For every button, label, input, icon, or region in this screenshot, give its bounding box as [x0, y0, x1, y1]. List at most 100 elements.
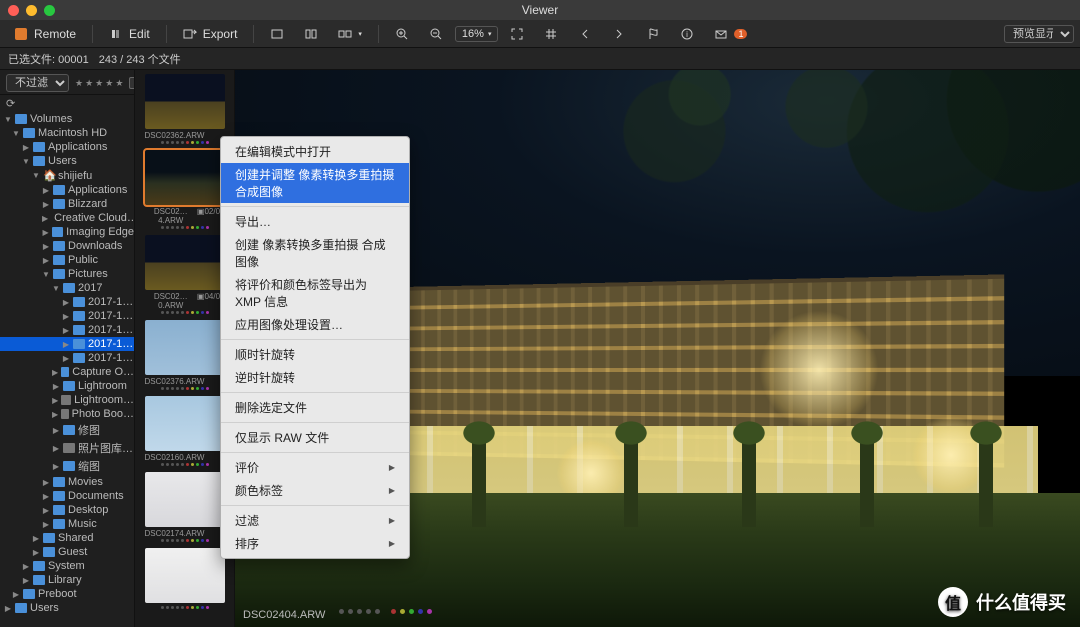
fit-button[interactable]	[502, 24, 532, 44]
tree-item[interactable]: ▼Volumes	[0, 112, 134, 126]
thumb-caption: DSC02…0.ARW▣04/04	[145, 292, 225, 310]
rating-filter[interactable]: ★★★★★	[75, 78, 123, 89]
menu-item[interactable]: 导出…	[221, 210, 409, 233]
thumbnail[interactable]: DSC02…0.ARW▣04/04	[145, 235, 225, 314]
tree-item[interactable]: ▶2017-1…	[0, 323, 134, 337]
thumb-rating	[145, 539, 225, 542]
filter-select[interactable]: 不过滤	[6, 74, 69, 92]
preview-mode-select[interactable]: 预览显示	[1004, 25, 1074, 43]
flag-button[interactable]	[638, 24, 668, 44]
thumb-rating	[145, 387, 225, 390]
thumb-caption: DSC02376.ARW	[145, 377, 225, 386]
tree-item[interactable]: ▶Downloads	[0, 239, 134, 253]
file-range: 243 / 243 个文件	[99, 51, 181, 67]
thumbnail[interactable]	[145, 548, 225, 609]
tree-item[interactable]: ▶2017-1…	[0, 337, 134, 351]
menu-item[interactable]: 创建并调整 像素转换多重拍摄 合成图像	[221, 163, 409, 203]
nav-prev-button[interactable]	[570, 24, 600, 44]
tree-item[interactable]: ▶照片图库…	[0, 439, 134, 457]
tree-item[interactable]: ▼🏠shijiefu	[0, 168, 134, 183]
thumb-caption: DSC02…4.ARW▣02/04	[145, 207, 225, 225]
window-controls	[8, 5, 55, 16]
tree-item[interactable]: ▶Creative Cloud…	[0, 211, 134, 225]
tree-item[interactable]: ▶Imaging Edge	[0, 225, 134, 239]
zoom-percent[interactable]: 16%▾	[455, 26, 499, 42]
tree-item[interactable]: ▶Music	[0, 517, 134, 531]
chevron-left-icon	[578, 27, 592, 41]
menu-item[interactable]: 颜色标签	[221, 479, 409, 502]
tree-item[interactable]: ▼Users	[0, 154, 134, 168]
tree-item[interactable]: ▶Documents	[0, 489, 134, 503]
rating-dots[interactable]	[339, 609, 432, 621]
tree-item[interactable]: ▶Lightroom…	[0, 393, 134, 407]
view-single-button[interactable]	[262, 24, 292, 44]
tree-item[interactable]: ▶缩图	[0, 457, 134, 475]
thumb-image	[145, 235, 225, 290]
thumb-rating	[145, 463, 225, 466]
menu-item[interactable]: 仅显示 RAW 文件	[221, 426, 409, 449]
tree-item[interactable]: ▼Pictures	[0, 267, 134, 281]
nav-next-button[interactable]	[604, 24, 634, 44]
tree-item[interactable]: ▶Users	[0, 601, 134, 615]
mail-button[interactable]: 1	[706, 24, 755, 44]
menu-item[interactable]: 将评价和颜色标签导出为 XMP 信息	[221, 273, 409, 313]
thumbnail[interactable]: DSC02160.ARW	[145, 396, 225, 466]
tree-item[interactable]: ▶Guest	[0, 545, 134, 559]
view-compare-button[interactable]: ▾	[330, 24, 370, 44]
tree-item[interactable]: ▶2017-1…	[0, 351, 134, 365]
zoom-out-button[interactable]	[421, 24, 451, 44]
edit-button[interactable]: Edit	[101, 24, 158, 44]
minimize-icon[interactable]	[26, 5, 37, 16]
tree-item[interactable]: ▼2017	[0, 281, 134, 295]
thumbnail[interactable]: DSC02174.ARW	[145, 472, 225, 542]
zoom-in-button[interactable]	[387, 24, 417, 44]
thumbnail[interactable]: DSC02…4.ARW▣02/04	[145, 150, 225, 229]
menu-item[interactable]: 应用图像处理设置…	[221, 313, 409, 336]
thumb-rating	[145, 226, 225, 229]
thumb-image	[145, 472, 225, 527]
menu-item[interactable]: 删除选定文件	[221, 396, 409, 419]
split-view-icon	[304, 27, 318, 41]
thumbnail[interactable]: DSC02376.ARW	[145, 320, 225, 390]
grid-icon	[544, 27, 558, 41]
menu-item[interactable]: 过滤	[221, 509, 409, 532]
view-split-button[interactable]	[296, 24, 326, 44]
tree-item[interactable]: ▶Desktop	[0, 503, 134, 517]
thumbnail[interactable]: DSC02362.ARW	[145, 74, 225, 144]
fullscreen-icon[interactable]	[44, 5, 55, 16]
tree-item[interactable]: ▶Applications	[0, 140, 134, 154]
menu-item[interactable]: 顺时针旋转	[221, 343, 409, 366]
info-button[interactable]: i	[672, 24, 702, 44]
thumb-image	[145, 74, 225, 129]
remote-button[interactable]: Remote	[6, 24, 84, 44]
export-button[interactable]: Export	[175, 24, 246, 44]
tree-item[interactable]: ▶Library	[0, 573, 134, 587]
menu-item[interactable]: 创建 像素转换多重拍摄 合成图像	[221, 233, 409, 273]
tree-item[interactable]: ▶Applications	[0, 183, 134, 197]
menu-item[interactable]: 在编辑模式中打开	[221, 140, 409, 163]
tree-item[interactable]: ▶Shared	[0, 531, 134, 545]
tree-item[interactable]: ▶2017-1…	[0, 309, 134, 323]
tree-refresh[interactable]: ⟳	[0, 95, 134, 112]
close-icon[interactable]	[8, 5, 19, 16]
menu-item[interactable]: 评价	[221, 456, 409, 479]
tree-item[interactable]: ▶Capture O…	[0, 365, 134, 379]
thumb-rating	[145, 606, 225, 609]
thumb-caption: DSC02160.ARW	[145, 453, 225, 462]
tree-item[interactable]: ▶System	[0, 559, 134, 573]
tree-item[interactable]: ▶Preboot	[0, 587, 134, 601]
grid-button[interactable]	[536, 24, 566, 44]
menu-item[interactable]: 排序	[221, 532, 409, 555]
thumb-image	[145, 396, 225, 451]
tree-item[interactable]: ▶2017-1…	[0, 295, 134, 309]
tree-item[interactable]: ▼Macintosh HD	[0, 126, 134, 140]
menu-item[interactable]: 逆时针旋转	[221, 366, 409, 389]
toolbar: Remote Edit Export ▾ 16%▾ i 1 预览显示	[0, 20, 1080, 48]
main-area: 不过滤 ★★★★★ ⟳ ▼Volumes▼Macintosh HD▶Applic…	[0, 70, 1080, 627]
tree-item[interactable]: ▶Blizzard	[0, 197, 134, 211]
tree-item[interactable]: ▶修图	[0, 421, 134, 439]
tree-item[interactable]: ▶Lightroom	[0, 379, 134, 393]
tree-item[interactable]: ▶Photo Boo…	[0, 407, 134, 421]
tree-item[interactable]: ▶Movies	[0, 475, 134, 489]
tree-item[interactable]: ▶Public	[0, 253, 134, 267]
